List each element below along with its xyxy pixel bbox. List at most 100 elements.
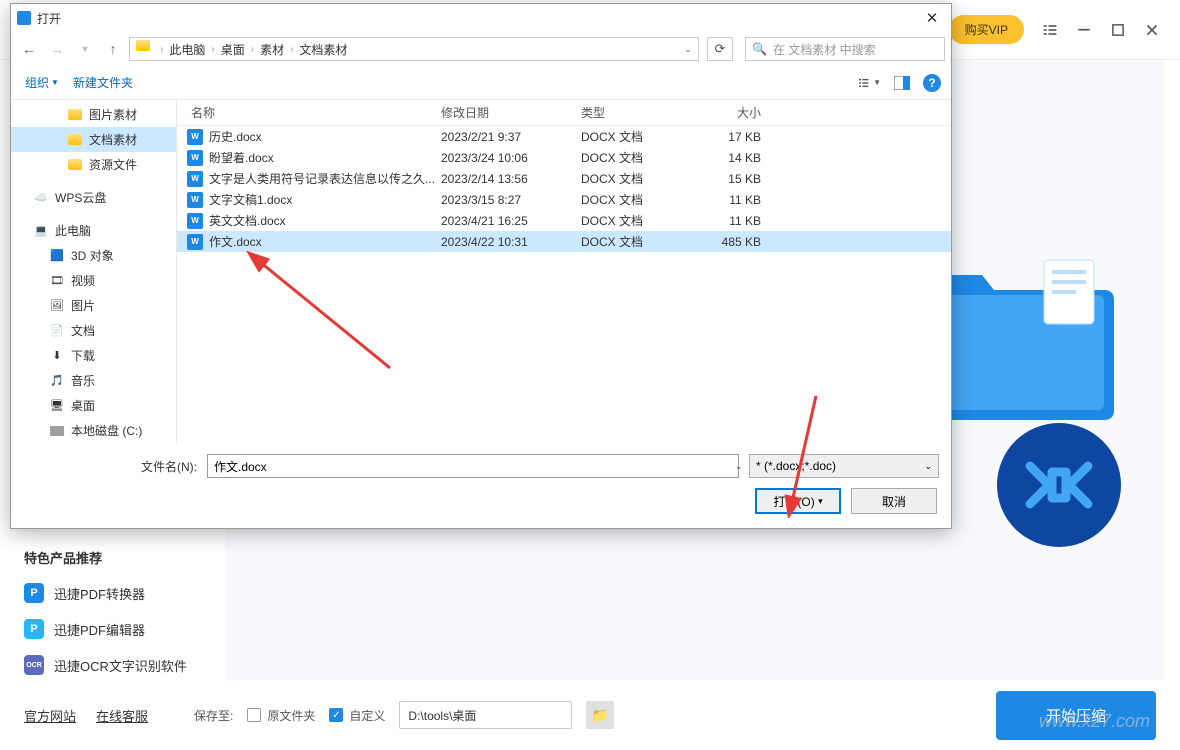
dialog-nav: ← → ▼ ↑ › 此电脑 › 桌面 › 素材 › 文档素材 ⌄ ⟳ 🔍 在 文… [11, 32, 951, 66]
organize-menu[interactable]: 组织 ▼ [21, 74, 63, 91]
tree-label: 视频 [71, 272, 95, 289]
tree-label: 音乐 [71, 372, 95, 389]
refresh-button[interactable]: ⟳ [707, 37, 733, 61]
file-list: 名称 修改日期 类型 大小 W历史.docx2023/2/21 9:37DOCX… [177, 100, 951, 444]
breadcrumb-segment[interactable]: 桌面 [217, 38, 249, 60]
file-name: 历史.docx [209, 128, 262, 145]
tree-label: 资源文件 [89, 156, 137, 173]
support-link[interactable]: 在线客服 [96, 706, 148, 725]
dialog-close-button[interactable]: ✕ [917, 7, 947, 29]
browse-folder-button[interactable]: 📁 [586, 701, 614, 729]
file-date: 2023/4/21 16:25 [441, 214, 581, 228]
file-name: 盼望着.docx [209, 149, 274, 166]
path-input[interactable] [399, 701, 572, 729]
up-button[interactable]: ↑ [101, 37, 125, 61]
file-row[interactable]: W历史.docx2023/2/21 9:37DOCX 文档17 KB [177, 126, 951, 147]
image-icon: 🖼 [49, 298, 65, 314]
open-button[interactable]: 打开(O) ▾ [755, 488, 841, 514]
vip-button[interactable]: 购买VIP [949, 15, 1024, 44]
tree-label: 本地磁盘 (C:) [71, 422, 142, 439]
tree-item[interactable]: 🎞 视频 [11, 268, 176, 293]
breadcrumb-segment[interactable]: 文档素材 [295, 38, 351, 60]
tree-label: 文档 [71, 322, 95, 339]
product-label: 迅捷PDF转换器 [54, 584, 145, 603]
forward-button[interactable]: → [45, 37, 69, 61]
filetype-select[interactable]: * (*.docx;*.doc) ⌄ [749, 454, 939, 478]
tree-item[interactable]: 📄文档 [11, 318, 176, 343]
file-size: 15 KB [691, 172, 775, 186]
tree-item[interactable]: ⬇下载 [11, 343, 176, 368]
maximize-icon[interactable] [1110, 22, 1126, 38]
docx-icon: W [187, 150, 203, 166]
tree-item[interactable]: 🟦3D 对象 [11, 243, 176, 268]
filetype-value: * (*.docx;*.doc) [756, 459, 836, 473]
preview-pane-button[interactable] [891, 72, 913, 94]
product-ocr[interactable]: OCR 迅捷OCR文字识别软件 [0, 647, 225, 683]
folder-tree[interactable]: 图片素材文档素材资源文件 ☁️WPS云盘 💻此电脑🟦3D 对象 🎞 视频 🖼图片📄文档⬇下… [11, 100, 177, 444]
view-options-button[interactable]: ▼ [859, 72, 881, 94]
file-date: 2023/3/15 8:27 [441, 193, 581, 207]
checkbox-label-text: 原文件夹 [267, 707, 315, 724]
file-row[interactable]: W文字文稿1.docx2023/3/15 8:27DOCX 文档11 KB [177, 189, 951, 210]
chevron-down-icon: ⌄ [924, 461, 932, 472]
docx-icon: W [187, 213, 203, 229]
new-folder-button[interactable]: 新建文件夹 [69, 74, 137, 91]
chevron-right-icon: › [249, 44, 256, 55]
cloud-icon: ☁️ [33, 190, 49, 206]
cancel-button[interactable]: 取消 [851, 488, 937, 514]
file-row[interactable]: W盼望着.docx2023/3/24 10:06DOCX 文档14 KB [177, 147, 951, 168]
filename-input[interactable] [207, 454, 739, 478]
tree-item[interactable]: 文档素材 [11, 127, 176, 152]
sidebar-title: 特色产品推荐 [0, 540, 225, 575]
file-type: DOCX 文档 [581, 233, 691, 250]
tree-item[interactable]: 💻此电脑 [11, 218, 176, 243]
column-name[interactable]: 名称 [177, 104, 441, 121]
minimize-icon[interactable] [1076, 22, 1092, 38]
chevron-right-icon: › [209, 44, 216, 55]
tree-label: 文档素材 [89, 131, 137, 148]
tree-item[interactable]: 🎵 音乐 [11, 368, 176, 393]
breadcrumb-segment[interactable]: 素材 [256, 38, 288, 60]
column-size[interactable]: 大小 [691, 104, 775, 121]
tree-item[interactable]: 🖥桌面 [11, 393, 176, 418]
file-size: 11 KB [691, 214, 775, 228]
recent-dropdown[interactable]: ▼ [73, 37, 97, 61]
music-icon: 🎵 [49, 373, 65, 389]
tree-item[interactable]: 🖼图片 [11, 293, 176, 318]
back-button[interactable]: ← [17, 37, 41, 61]
breadcrumb-segment[interactable]: 此电脑 [165, 38, 209, 60]
close-app-icon[interactable] [1144, 22, 1160, 38]
tree-item[interactable]: ☁️WPS云盘 [11, 185, 176, 210]
original-folder-checkbox[interactable]: 原文件夹 [247, 707, 315, 724]
menu-icon[interactable] [1042, 22, 1058, 38]
file-row[interactable]: W文字是人类用符号记录表达信息以传之久...2023/2/14 13:56DOC… [177, 168, 951, 189]
file-name: 文字文稿1.docx [209, 191, 292, 208]
file-row[interactable]: W作文.docx2023/4/22 10:31DOCX 文档485 KB [177, 231, 951, 252]
product-pdf-convert[interactable]: P 迅捷PDF转换器 [0, 575, 225, 611]
dialog-titlebar[interactable]: 打开 ✕ [11, 4, 951, 32]
file-name: 英文文档.docx [209, 212, 286, 229]
tree-item[interactable]: 本地磁盘 (C:) [11, 418, 176, 443]
dialog-title: 打开 [17, 10, 61, 27]
file-size: 11 KB [691, 193, 775, 207]
start-compress-button[interactable]: 开始压缩 [996, 691, 1156, 740]
file-row[interactable]: W英文文档.docx2023/4/21 16:25DOCX 文档11 KB [177, 210, 951, 231]
help-button[interactable]: ? [923, 74, 941, 92]
search-input[interactable]: 🔍 在 文档素材 中搜索 [745, 37, 945, 61]
search-icon: 🔍 [752, 42, 767, 56]
column-type[interactable]: 类型 [581, 104, 691, 121]
dialog-bottom: 文件名(N): ⌄ * (*.docx;*.doc) ⌄ 打开(O) ▾ 取消 [11, 444, 951, 528]
tree-item[interactable]: 图片素材 [11, 102, 176, 127]
product-pdf-edit[interactable]: P 迅捷PDF编辑器 [0, 611, 225, 647]
file-date: 2023/2/14 13:56 [441, 172, 581, 186]
breadcrumb-bar[interactable]: › 此电脑 › 桌面 › 素材 › 文档素材 ⌄ [129, 37, 699, 61]
app-footer: 官方网站 在线客服 保存至: 原文件夹 自定义 📁 开始压缩 [0, 680, 1180, 750]
column-date[interactable]: 修改日期 [441, 104, 581, 121]
custom-folder-checkbox[interactable]: 自定义 [329, 707, 385, 724]
official-site-link[interactable]: 官方网站 [24, 706, 76, 725]
file-list-header[interactable]: 名称 修改日期 类型 大小 [177, 100, 951, 126]
breadcrumb-dropdown[interactable]: ⌄ [678, 44, 698, 55]
video-icon: 🎞 [49, 273, 65, 289]
tree-item[interactable]: 资源文件 [11, 152, 176, 177]
file-name: 文字是人类用符号记录表达信息以传之久... [209, 170, 435, 187]
